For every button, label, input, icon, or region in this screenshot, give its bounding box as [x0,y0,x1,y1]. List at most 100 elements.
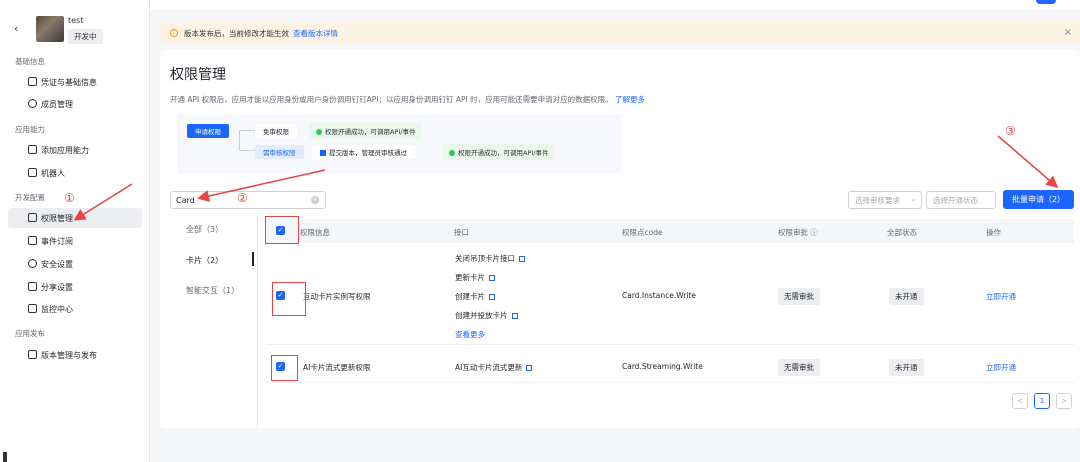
sidebar-item-events[interactable]: 事件订阅 [8,231,142,251]
api-name: 更新卡片 [455,273,485,282]
annotation-2: ② [237,191,248,205]
col-code: 权限点code [622,228,663,237]
sidebar-item-label: 机器人 [41,168,65,178]
sidebar-item-security[interactable]: 安全设置 [8,254,142,274]
col-review: 权限审批 ⓘ [778,228,818,237]
clear-icon[interactable]: × [311,196,319,204]
pager-next[interactable]: > [1056,393,1072,409]
review-tag: 无需审批 [778,359,820,376]
divider [257,217,258,427]
annotation-3: ③ [1005,124,1016,138]
annotation-1: ① [64,191,75,205]
category-active-indicator [252,252,254,266]
flow-success-1-text: 权限开通成功，可调用API/事件 [325,128,416,136]
table-header: ✓ 权限信息 接口 权限点code 权限审批 ⓘ 全部状态 操作 [266,219,1074,243]
flow-connector [239,150,255,151]
learn-more-link[interactable]: 了解更多 [615,95,645,104]
search-input[interactable]: Card × [170,191,326,209]
api-link[interactable]: 创建并投放卡片 [455,310,518,321]
status-tag: 未开通 [889,359,924,376]
permission-name: AI卡片流式更新权限 [303,363,371,372]
sidebar-item-label: 分享设置 [41,282,73,292]
doc-icon [320,150,326,156]
batch-apply-button[interactable]: 批量申请（2） [1003,190,1074,209]
user-icon [28,99,37,108]
warning-icon: ! [170,29,178,37]
api-link[interactable]: 创建卡片 [455,291,495,302]
sidebar-item-label: 监控中心 [41,304,73,314]
api-name: 关闭吊顶卡片接口 [455,254,515,263]
pager-page[interactable]: 1 [1034,393,1050,409]
api-link[interactable]: 关闭吊顶卡片接口 [455,253,525,264]
status-filter-placeholder: 选择开通状态 [933,195,978,205]
external-link-icon [526,365,533,371]
flow-apply: 申请权限 [187,124,229,138]
check-icon [316,129,322,135]
pager-prev[interactable]: < [1012,393,1028,409]
lock-icon [28,213,37,222]
category-card[interactable]: 卡片（2） [186,255,223,266]
sidebar-item-version[interactable]: 版本管理与发布 [8,345,142,365]
sidebar-item-robot[interactable]: 机器人 [8,163,142,183]
sidebar-item-add-ability[interactable]: 添加应用能力 [8,140,142,160]
edge-marker [3,452,7,462]
check-icon [449,150,455,156]
close-icon[interactable]: × [1064,27,1072,38]
layers-icon [28,350,37,359]
sidebar-item-members[interactable]: 成员管理 [8,94,142,114]
sidebar-item-credentials[interactable]: 凭证与基础信息 [8,72,142,92]
section-basic: 基础信息 [15,57,45,66]
flow-connector [239,130,240,150]
notice-text: 版本发布后，当前修改才能生效 [184,28,289,38]
status-tag: 未开通 [889,288,924,305]
highlight-box [272,282,306,316]
sidebar-item-label: 版本管理与发布 [41,350,97,360]
section-dev: 开发配置 [15,193,45,202]
back-icon[interactable]: ‹ [14,22,18,35]
permission-code: Card.Instance.Write [622,291,697,300]
top-bar [150,0,1080,10]
open-now-link[interactable]: 立即开通 [986,362,1016,373]
col-permission: 权限信息 [300,228,330,237]
flow-no-review: 免审权限 [255,124,297,138]
api-name: AI互动卡片流式更新 [455,363,523,372]
grid-icon [28,145,37,154]
page-description: 开通 API 权限后，应用才能以应用身份或用户身份调用钉钉API；以应用身份调用… [170,94,645,105]
monitor-icon [28,304,37,313]
page-title: 权限管理 [170,67,226,83]
api-link[interactable]: AI互动卡片流式更新 [455,362,533,373]
category-all[interactable]: 全部（3） [186,224,223,235]
sidebar-item-permission[interactable]: 权限管理 [8,208,142,228]
notice-banner: ! 版本发布后，当前修改才能生效 查看版本详情 × [160,22,1080,44]
external-link-icon [519,256,525,262]
sidebar: ‹ test 开发中 基础信息 凭证与基础信息 成员管理 应用能力 添加应用能力… [0,0,150,462]
chevron-down-icon: ⌄ [910,195,916,203]
external-link-icon [489,294,495,300]
sidebar-item-label: 成员管理 [41,99,73,109]
api-link[interactable]: 更新卡片 [455,272,495,283]
row-divider [266,382,1074,383]
status-filter-select[interactable]: 选择开通状态 [926,191,996,209]
sidebar-item-label: 事件订阅 [41,236,73,246]
flow-success-2-text: 权限开通成功，可调用API/事件 [458,149,549,157]
flow-submit: 提交版本，管理员审核通过 [312,145,415,159]
external-link-icon [489,275,495,281]
doc-icon [28,77,37,86]
highlight-box [265,216,299,244]
view-more-link[interactable]: 查看更多 [455,329,485,340]
top-action-button[interactable] [1036,0,1056,4]
category-ai[interactable]: 智能交互（1） [186,285,239,296]
highlight-box [271,355,298,381]
app-header: ‹ test 开发中 [0,10,150,46]
review-filter-select[interactable]: 选择审核要求 ⌄ [848,191,922,209]
robot-icon [28,168,37,177]
sidebar-item-label: 安全设置 [41,259,73,269]
open-now-link[interactable]: 立即开通 [986,291,1016,302]
notice-link[interactable]: 查看版本详情 [293,28,338,39]
review-tag: 无需审批 [778,288,820,305]
sidebar-item-share[interactable]: 分享设置 [8,277,142,297]
permission-name: 互动卡片实例写权限 [303,292,371,301]
sidebar-item-label: 凭证与基础信息 [41,77,97,87]
flow-need-review: 需审核权限 [255,145,304,159]
sidebar-item-monitor[interactable]: 监控中心 [8,299,142,319]
